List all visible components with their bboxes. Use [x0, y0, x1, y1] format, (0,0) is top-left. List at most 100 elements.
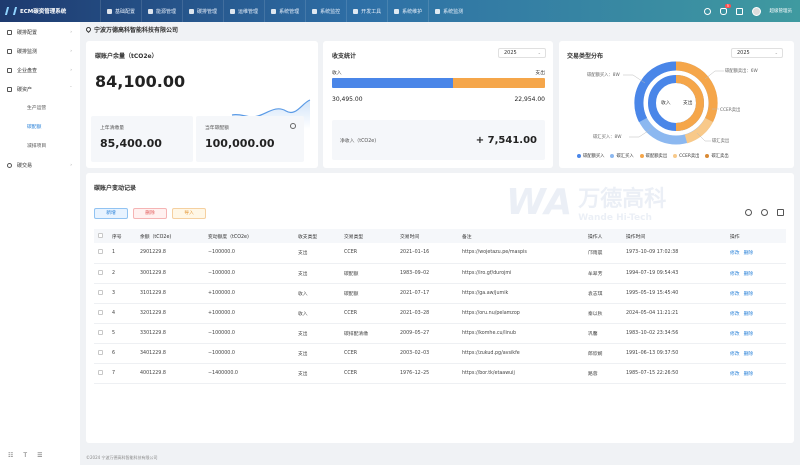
delete-link[interactable]: 删除: [744, 372, 754, 377]
flow-card: 收支统计 2025 ⌄ 收入 支出 30,495.00 22,954.00 净收入…: [323, 41, 553, 168]
cell-op: 秦以秋: [584, 303, 622, 324]
nav-icon: [394, 8, 400, 14]
import-button[interactable]: 导入: [172, 208, 206, 219]
last-year-value: 85,400.00: [100, 137, 162, 150]
table-row[interactable]: 7 4001229.8 −1400000.0 支出 CCER 1976–12–25 http…: [94, 363, 786, 384]
app-title: ECM碳资管理系统: [20, 9, 67, 15]
table-row[interactable]: 2 3001229.8 −100000.0 支出 碳配额 1983–09–02 https:…: [94, 263, 786, 284]
sidebar-item-enterprise-audit[interactable]: 企业盘查 ›: [0, 61, 80, 80]
settings-sliders-icon[interactable]: ☰: [37, 452, 42, 459]
sidebar-subitem-quota[interactable]: 碳配额: [0, 118, 80, 137]
edit-link[interactable]: 修改: [730, 272, 740, 277]
sidebar-item-emission-monitor[interactable]: 碳排监测 ›: [0, 42, 80, 61]
text-size-icon[interactable]: T: [23, 452, 27, 459]
delete-link[interactable]: 删除: [744, 312, 754, 317]
columns-grid-icon[interactable]: [777, 209, 784, 216]
chevron-right-icon: ›: [70, 163, 72, 168]
table-row[interactable]: 5 3301229.8 −100000.0 支出 碳排配清缴 2009–05–27 http…: [94, 323, 786, 344]
cell-balance: 2901229.8: [136, 243, 204, 264]
nav-item[interactable]: 系统管理: [264, 0, 305, 22]
nav-item[interactable]: 基础配置: [100, 0, 141, 22]
top-bar: ECM碳资管理系统 基础配置 能源管理 碳排管理 运维管理 系统管理 系统监控 开发工具 系统…: [0, 0, 800, 22]
fullscreen-icon[interactable]: [735, 7, 743, 15]
company-name: 宁波万德高科智能科技有限公司: [94, 27, 179, 34]
assets-icon: [7, 87, 12, 92]
cell-no: 4: [108, 303, 136, 324]
cell-note: https://zukud.pg/avsikfe: [458, 343, 584, 364]
cell-kind: 收入: [294, 303, 340, 324]
row-checkbox[interactable]: [98, 329, 103, 335]
nav-item[interactable]: 碳排管理: [182, 0, 223, 22]
table-row[interactable]: 1 2901229.8 −100000.0 支出 CCER 2021–01–16 https…: [94, 243, 786, 264]
app-logo[interactable]: ECM碳资管理系统: [0, 7, 100, 15]
legend-item[interactable]: 碳配额卖出: [639, 153, 667, 159]
gear-icon[interactable]: [290, 123, 296, 129]
row-checkbox[interactable]: [98, 369, 103, 375]
flow-bar: [332, 78, 545, 88]
row-checkbox[interactable]: [98, 349, 103, 355]
legend-item[interactable]: CCER卖出: [673, 153, 699, 159]
nav-item[interactable]: 运维管理: [223, 0, 264, 22]
refresh-icon[interactable]: [761, 209, 768, 216]
cell-op: 袁志琪: [584, 283, 622, 304]
current-quota-label: 当年碳配额: [205, 126, 229, 131]
row-checkbox[interactable]: [98, 289, 103, 295]
bell-icon[interactable]: 5: [719, 3, 731, 15]
cell-type: 碳配额: [340, 283, 396, 304]
cell-kind: 支出: [294, 363, 340, 384]
delete-button[interactable]: 删除: [133, 208, 167, 219]
sidebar-item-carbon-assets[interactable]: 碳资产 ˇ: [0, 80, 80, 99]
balance-value: 84,100.00: [95, 72, 186, 91]
cell-note: https://oru.nu/pelamzop: [458, 303, 584, 324]
legend-dot-icon: [673, 154, 678, 158]
edit-link[interactable]: 修改: [730, 251, 740, 256]
row-checkbox[interactable]: [98, 269, 103, 275]
nav-item[interactable]: 系统监测: [428, 0, 469, 22]
cell-date: 2021–07–17: [396, 283, 458, 304]
nav-item[interactable]: 能源管理: [141, 0, 182, 22]
edit-link[interactable]: 修改: [730, 372, 740, 377]
table-row[interactable]: 4 3201229.8 +100000.0 收入 CCER 2021–03–28 https…: [94, 303, 786, 324]
legend-item[interactable]: 碳汇卖出: [705, 153, 729, 159]
edit-link[interactable]: 修改: [730, 352, 740, 357]
legend-item[interactable]: 碳配额买入: [577, 153, 604, 159]
username[interactable]: 超级管理员: [770, 8, 793, 14]
delete-link[interactable]: 删除: [744, 332, 754, 337]
balance-card: 碳账户余量（tCO2e） 84,100.00 上年清缴量 85,400.00 当…: [86, 41, 318, 168]
income-value: 30,495.00: [332, 96, 363, 103]
sidebar-subitem-reduction[interactable]: 减排项目: [0, 137, 80, 156]
row-checkbox[interactable]: [98, 309, 103, 315]
cell-no: 7: [108, 363, 136, 384]
delete-link[interactable]: 删除: [744, 272, 754, 277]
select-all-checkbox[interactable]: [98, 232, 103, 238]
grid-menu-icon[interactable]: ☷: [8, 452, 13, 459]
sidebar-item-carbon-trade[interactable]: 碳交易 ›: [0, 156, 80, 175]
search-icon[interactable]: [745, 209, 752, 216]
delete-link[interactable]: 删除: [744, 251, 754, 256]
legend-item[interactable]: 碳汇买入: [610, 153, 634, 159]
delete-link[interactable]: 删除: [744, 292, 754, 297]
avatar[interactable]: [751, 6, 761, 16]
edit-link[interactable]: 修改: [730, 332, 740, 337]
logo-icon: [4, 7, 18, 15]
column-header: 操作时间: [622, 229, 726, 243]
add-button[interactable]: 新增: [94, 208, 128, 219]
nav-item[interactable]: 系统维护: [387, 0, 428, 22]
last-year-label: 上年清缴量: [100, 126, 124, 131]
delete-link[interactable]: 删除: [744, 352, 754, 357]
expense-bar: [453, 78, 545, 88]
cell-time: 1995–05–19 15:45:40: [622, 283, 726, 304]
search-icon[interactable]: [703, 7, 711, 15]
table-row[interactable]: 3 3101229.8 +100000.0 收入 碳配额 2021–07–17 https:…: [94, 283, 786, 304]
cell-change: −100000.0: [204, 343, 294, 364]
row-checkbox[interactable]: [98, 249, 103, 255]
nav-item[interactable]: 系统监控: [305, 0, 346, 22]
cell-no: 6: [108, 343, 136, 364]
sidebar-item-emission-config[interactable]: 碳排配置 ›: [0, 23, 80, 42]
edit-link[interactable]: 修改: [730, 312, 740, 317]
edit-link[interactable]: 修改: [730, 292, 740, 297]
table-row[interactable]: 6 3401229.8 −100000.0 支出 CCER 2003–02–03 https…: [94, 343, 786, 364]
flow-year-select[interactable]: 2025 ⌄: [498, 48, 546, 58]
sidebar-subitem-production[interactable]: 生产运营: [0, 99, 80, 118]
nav-item[interactable]: 开发工具: [346, 0, 387, 22]
